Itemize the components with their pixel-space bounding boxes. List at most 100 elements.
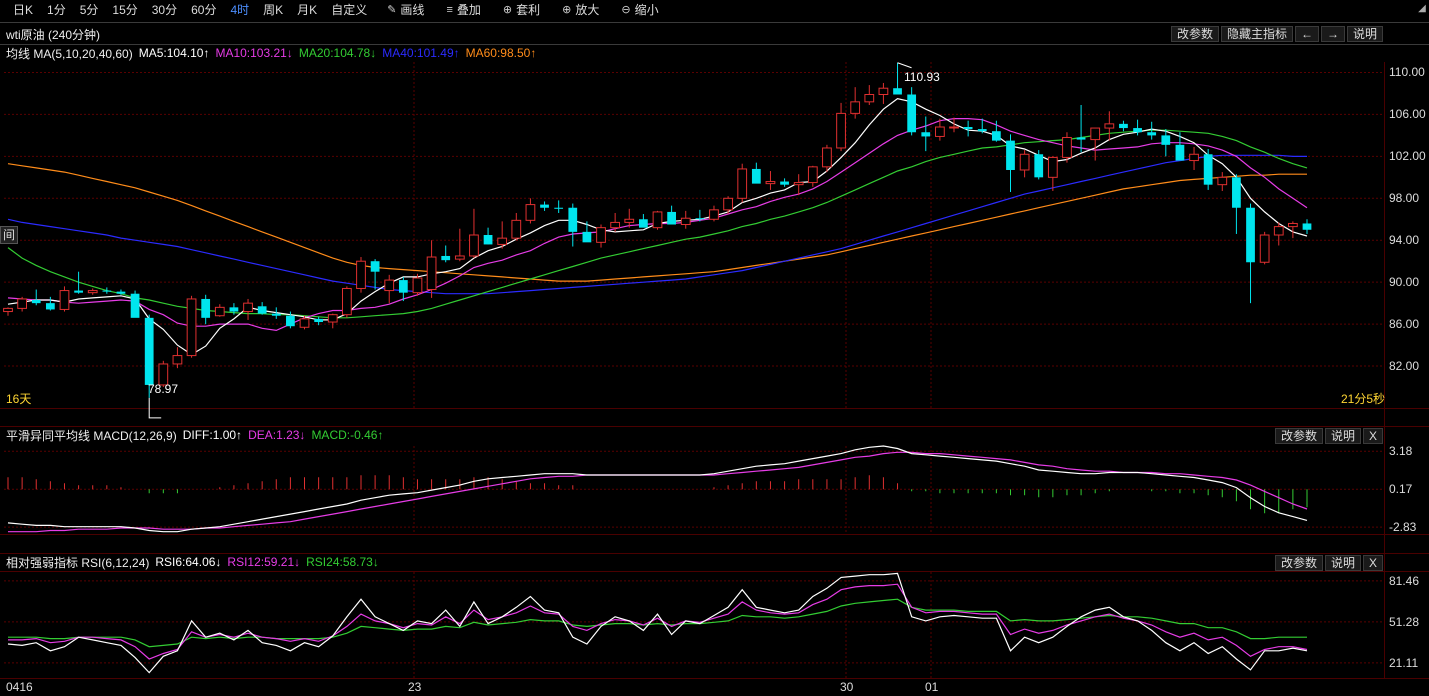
candle-body-up xyxy=(497,237,508,245)
candle-body-up xyxy=(1019,153,1030,171)
candle-body-down xyxy=(1006,140,1015,170)
candle-body-up xyxy=(807,166,818,184)
candle-body-down xyxy=(991,131,1001,141)
candle-body-down xyxy=(1034,154,1044,178)
candle-body-down xyxy=(1119,123,1128,129)
candle-body-up xyxy=(737,168,748,199)
candle-body-up xyxy=(17,298,27,309)
candle-body-up xyxy=(412,277,423,294)
candle-body-down xyxy=(893,88,902,95)
rsi-tick-label: 81.46 xyxy=(1389,573,1420,588)
date-tick-label: 01 xyxy=(925,680,939,694)
candle-body-up xyxy=(299,318,310,328)
candle-body-up xyxy=(652,211,663,229)
candle-body-down xyxy=(582,231,592,243)
candle-body-up xyxy=(1273,226,1284,236)
candle-body-up xyxy=(327,314,338,323)
candle-body-up xyxy=(1062,136,1072,158)
candle-body-up xyxy=(596,227,606,243)
price-tick-label: 98.00 xyxy=(1389,191,1420,206)
candle-body-up xyxy=(341,287,352,316)
candle-body-up xyxy=(850,101,861,114)
candle-body-up xyxy=(186,298,197,357)
price-tick-label: 82.00 xyxy=(1389,359,1420,374)
candle-body-up xyxy=(59,290,70,310)
high-marker xyxy=(897,62,912,69)
candle-body-down xyxy=(314,318,324,323)
candle-body-down xyxy=(1161,135,1171,145)
candle-body-down xyxy=(229,307,239,312)
side-tag[interactable]: 间 xyxy=(0,226,18,244)
date-tick-label: 0416 xyxy=(6,680,33,694)
candle-body-up xyxy=(723,197,733,211)
price-tick-label: 106.00 xyxy=(1389,107,1426,122)
candle-body-down xyxy=(963,127,973,130)
rsi-tick-label: 21.11 xyxy=(1389,655,1419,670)
candle-body-down xyxy=(921,132,931,137)
rsi24-line xyxy=(8,598,1307,648)
candle-body-down xyxy=(441,255,451,261)
macd-tick-label: 0.17 xyxy=(1389,482,1413,497)
candle-body-up xyxy=(836,112,846,149)
price-tick-label: 86.00 xyxy=(1389,317,1420,332)
candle-body-up xyxy=(822,147,832,168)
price-tick-label: 110.00 xyxy=(1389,65,1425,80)
candle-body-down xyxy=(116,291,126,294)
candle-body-down xyxy=(568,207,578,232)
candle-body-down xyxy=(102,290,112,292)
candle-body-down xyxy=(667,211,676,225)
low-marker xyxy=(148,397,162,419)
candle-body-up xyxy=(214,306,225,317)
candle-body-up xyxy=(243,302,253,313)
candle-body-down xyxy=(1203,154,1213,185)
candle-body-down xyxy=(695,218,705,220)
period-low-label: 78.97 xyxy=(148,382,179,396)
candle-body-down xyxy=(257,306,267,314)
candle-body-down xyxy=(398,280,408,293)
date-tick-label: 23 xyxy=(408,680,422,694)
period-days-label: 16天 xyxy=(6,392,32,406)
candle-body-up xyxy=(1090,127,1101,141)
candle-body-up xyxy=(935,126,945,137)
candle-body-up xyxy=(1259,234,1270,263)
candle-body-up xyxy=(1217,176,1228,186)
candle-body-up xyxy=(384,279,395,292)
macd-tick-label: 3.18 xyxy=(1389,444,1413,459)
candle-body-up xyxy=(87,290,98,294)
candle-body-down xyxy=(977,129,987,132)
candle-body-up xyxy=(709,209,719,220)
candle-body-up xyxy=(1047,156,1058,178)
candle-body-up xyxy=(680,217,691,226)
candle-body-up xyxy=(469,234,479,257)
candle-body-down xyxy=(45,303,55,310)
candle-body-down xyxy=(751,168,761,184)
candle-body-down xyxy=(639,219,648,228)
candle-body-down xyxy=(1232,177,1241,208)
candle-body-down xyxy=(130,293,140,318)
candle-body-up xyxy=(878,87,889,96)
candle-body-up xyxy=(426,256,437,291)
candle-body-down xyxy=(1076,137,1086,140)
candle-body-down xyxy=(370,261,380,272)
candle-body-up xyxy=(172,355,183,365)
candle-body-down xyxy=(540,204,549,208)
candle-body-down xyxy=(1246,207,1255,263)
candle-body-down xyxy=(31,300,41,304)
rsi-tick-label: 51.28 xyxy=(1389,614,1420,629)
date-tick-label: 30 xyxy=(840,680,854,694)
candle-body-up xyxy=(1104,123,1115,129)
candle-body-down xyxy=(286,315,295,327)
candle-body-down xyxy=(483,235,493,245)
price-tick-label: 90.00 xyxy=(1389,275,1420,290)
candle-body-down xyxy=(74,290,83,293)
candle-body-up xyxy=(765,181,776,185)
candle-body-down xyxy=(907,94,917,133)
candle-body-down xyxy=(1147,132,1157,136)
candle-body-up xyxy=(624,218,635,223)
candle-body-up xyxy=(610,221,621,229)
candle-body-down xyxy=(1302,223,1312,230)
price-tick-label: 102.00 xyxy=(1389,149,1426,164)
candle-body-down xyxy=(201,298,211,318)
chart-canvas[interactable] xyxy=(0,0,1429,696)
candle-body-up xyxy=(454,255,465,260)
